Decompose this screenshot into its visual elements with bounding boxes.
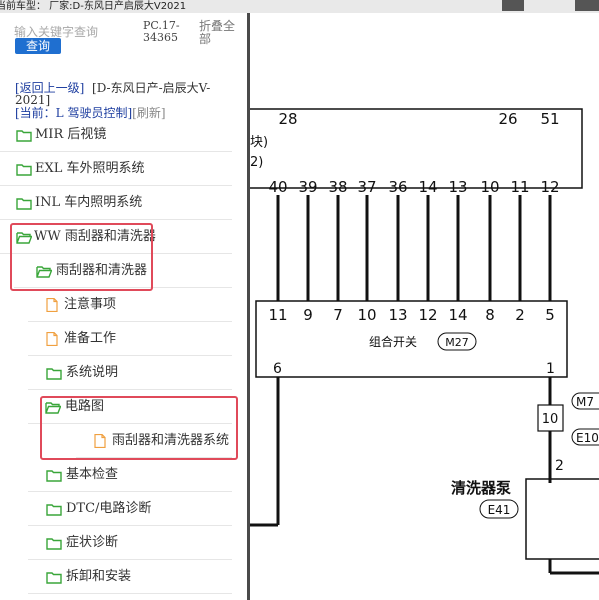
vehicle-label: 当前车型： 厂家:D-东风日产启辰大V2021: [0, 1, 187, 12]
folder-icon: [46, 368, 62, 380]
window-control[interactable]: [575, 0, 599, 11]
switch-pin-label: 8: [485, 306, 495, 324]
switch-pin-label: 5: [545, 306, 555, 324]
search-button[interactable]: 查询: [15, 38, 61, 54]
side-pin-label: 10: [542, 412, 559, 427]
upper-pin-label: 11: [510, 178, 529, 196]
tree-item-basic[interactable]: 基本检查: [28, 459, 232, 492]
block-text: 2): [250, 155, 263, 170]
upper-pin-label: 38: [328, 178, 347, 196]
tree-item-label: 系统说明: [66, 365, 119, 380]
side-code-1: M7: [576, 395, 594, 409]
folder-icon: [46, 538, 62, 550]
tree-item-symptom[interactable]: 症状诊断: [28, 527, 232, 560]
switch-bottom-left-pin: 6: [273, 361, 282, 377]
sidebar: 查询 PC.17-34365 折叠全部 [返回上一级] [D-东风日产-启辰大V…: [0, 13, 247, 600]
folder-icon: [16, 198, 32, 210]
pump-name: 清洗器泵: [451, 479, 511, 497]
switch-pin-label: 11: [268, 306, 287, 324]
pump-pin-label: 2: [555, 458, 564, 474]
current-category: [当前：L 驾驶员控制]: [15, 106, 133, 120]
upper-pin-label: 14: [418, 178, 437, 196]
switch-pin-label: 13: [388, 306, 407, 324]
tree-item-label: MIR 后视镜: [35, 127, 107, 142]
switch-pin-label: 2: [515, 306, 525, 324]
upper-pin-label: 13: [448, 178, 467, 196]
tree-item-mir[interactable]: MIR 后视镜: [0, 119, 232, 152]
switch-name: 组合开关: [369, 334, 417, 349]
tree-item-label: 注意事项: [64, 297, 117, 312]
window-control[interactable]: [502, 0, 524, 11]
pc-code: PC.17-34365: [143, 19, 180, 44]
upper-pin-label: 39: [298, 178, 317, 196]
switch-code: M27: [445, 336, 469, 349]
switch-pin-label: 14: [448, 306, 467, 324]
pump-code: E41: [488, 503, 511, 517]
tree-item-label: DTC/电路诊断: [66, 501, 152, 516]
tree-item-removal[interactable]: 拆卸和安装: [28, 561, 232, 594]
upper-pin-label: 36: [388, 178, 407, 196]
tree-item-notes[interactable]: 注意事项: [28, 289, 232, 322]
washer-pump-box: [525, 478, 599, 560]
tree-item-label: 基本检查: [66, 467, 119, 482]
nav-current: [当前：L 驾驶员控制][刷新]: [15, 106, 245, 120]
top-pin-label: 26: [498, 110, 517, 128]
nav-back: [返回上一级] [D-东风日产-启辰大V-2021]: [15, 82, 240, 106]
diagram-canvas: 28 26 51 40 39 38 37 36 14 13 10 11 12 1…: [250, 108, 599, 575]
block-text: 块): [250, 135, 268, 150]
highlight-box-circuit: [40, 396, 238, 460]
upper-pin-label: 10: [480, 178, 499, 196]
top-pin-label: 28: [278, 110, 297, 128]
document-icon: [46, 298, 58, 312]
upper-pin-label: 12: [540, 178, 559, 196]
tree-item-label: 准备工作: [64, 331, 117, 346]
tree-item-sysdesc[interactable]: 系统说明: [28, 357, 232, 390]
folder-icon: [46, 470, 62, 482]
tree-item-dtc[interactable]: DTC/电路诊断: [28, 493, 232, 526]
folder-icon: [46, 572, 62, 584]
upper-pin-label: 40: [268, 178, 287, 196]
folder-icon: [16, 130, 32, 142]
side-code-2: E10: [576, 431, 599, 445]
refresh-link[interactable]: [刷新]: [132, 106, 165, 120]
folder-icon: [46, 504, 62, 516]
tree-item-prep[interactable]: 准备工作: [28, 323, 232, 356]
top-bar: 当前车型： 厂家:D-东风日产启辰大V2021: [0, 0, 599, 13]
switch-bottom-right-pin: 1: [546, 361, 555, 377]
wiring-diagram: 28 26 51 40 39 38 37 36 14 13 10 11 12 1…: [250, 13, 599, 600]
document-icon: [46, 332, 58, 346]
switch-pin-label: 12: [418, 306, 437, 324]
switch-pin-label: 9: [303, 306, 313, 324]
tree-item-exl[interactable]: EXL 车外照明系统: [0, 153, 232, 186]
tree-item-label: EXL 车外照明系统: [35, 161, 145, 176]
switch-pin-label: 10: [357, 306, 376, 324]
tree-item-label: 拆卸和安装: [66, 569, 132, 584]
switch-pin-label: 7: [333, 306, 343, 324]
tree-item-label: INL 车内照明系统: [35, 195, 143, 210]
highlight-box-ww: [10, 223, 153, 291]
upper-connector-outline: [250, 108, 583, 189]
folder-icon: [16, 164, 32, 176]
top-pin-label: 51: [540, 110, 559, 128]
upper-pin-label: 37: [357, 178, 376, 196]
tree-item-inl[interactable]: INL 车内照明系统: [0, 187, 232, 220]
fold-all-button[interactable]: 折叠全部: [199, 20, 239, 46]
tree-item-label: 症状诊断: [66, 535, 119, 550]
